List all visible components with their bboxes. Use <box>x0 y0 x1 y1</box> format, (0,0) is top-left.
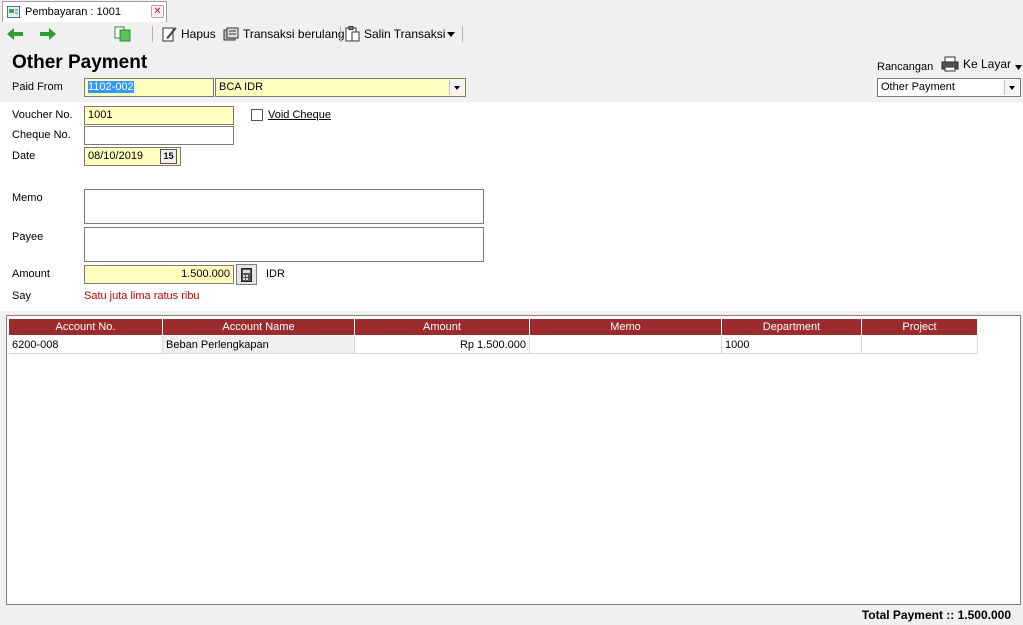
column-header-project[interactable]: Project <box>862 319 978 335</box>
voucher-value: 1001 <box>88 109 113 121</box>
toolbar-divider <box>462 26 463 42</box>
cheque-label: Cheque No. <box>12 129 71 141</box>
memo-label: Memo <box>12 192 43 204</box>
back-button[interactable] <box>6 24 24 44</box>
new-transaction-button[interactable] <box>114 24 132 44</box>
total-payment: Total Payment :: 1.500.000 <box>861 608 1011 622</box>
cell-amount[interactable]: Rp 1.500.000 <box>355 336 530 354</box>
paid-from-account-code-input[interactable]: 1102-002 <box>84 78 214 97</box>
close-tab-icon[interactable]: ✕ <box>151 5 164 18</box>
delete-button[interactable]: Hapus <box>162 24 216 44</box>
amount-label: Amount <box>12 268 50 280</box>
recurring-icon <box>223 27 239 40</box>
template-select[interactable]: Other Payment <box>877 78 1021 97</box>
design-label: Rancangan <box>877 61 934 73</box>
print-to-screen-button[interactable]: Ke Layar <box>941 56 1011 72</box>
toolbar: Hapus Transaksi berulang Salin Transaksi <box>0 22 1023 47</box>
void-cheque-checkbox[interactable] <box>251 109 263 121</box>
memo-textarea[interactable] <box>84 189 484 224</box>
print-dropdown[interactable] <box>1014 62 1023 74</box>
void-cheque-label-text: Void Cheque <box>268 109 331 121</box>
tab-strip: Pembayaran : 1001 ✕ <box>0 0 1023 23</box>
cell-department[interactable]: 1000 <box>722 336 862 354</box>
payee-textarea[interactable] <box>84 227 484 262</box>
document-icon <box>7 6 20 18</box>
recurring-transaction-button[interactable]: Transaksi berulang <box>223 24 345 44</box>
toolbar-divider <box>152 26 153 42</box>
tab-pembayaran[interactable]: Pembayaran : 1001 ✕ <box>2 1 167 22</box>
page-title: Other Payment <box>12 52 148 73</box>
date-value: 08/10/2019 <box>88 150 144 162</box>
calculator-icon <box>241 267 252 282</box>
template-value: Other Payment <box>881 81 955 93</box>
print-label: Ke Layar <box>963 57 1012 71</box>
cheque-input[interactable] <box>84 126 234 145</box>
cell-account-no[interactable]: 6200-008 <box>9 336 163 354</box>
say-label: Say <box>12 290 31 302</box>
chevron-down-icon[interactable] <box>449 80 464 95</box>
amount-in-words: Satu juta lima ratus ribu <box>84 290 200 302</box>
forward-button[interactable] <box>39 24 57 44</box>
edit-pencil-icon <box>162 27 177 42</box>
copy-pages-icon <box>114 26 131 42</box>
chevron-down-icon <box>447 32 455 37</box>
printer-icon <box>941 56 959 72</box>
payee-label: Payee <box>12 231 44 243</box>
cell-memo[interactable] <box>530 336 722 354</box>
paid-from-account-select[interactable]: BCA IDR <box>215 78 466 97</box>
paid-from-code-text: 1102-002 <box>88 81 134 93</box>
paid-from-name-text: BCA IDR <box>219 81 264 93</box>
amount-input[interactable]: 1.500.000 <box>84 265 234 284</box>
arrow-left-icon <box>7 28 23 40</box>
amount-value: 1.500.000 <box>181 268 230 280</box>
voucher-input[interactable]: 1001 <box>84 106 234 125</box>
recurring-label: Transaksi berulang <box>243 27 345 41</box>
calculator-button[interactable] <box>236 264 257 285</box>
copy-transaction-label: Salin Transaksi <box>364 27 446 41</box>
currency-label: IDR <box>266 268 285 280</box>
copy-transaction-button[interactable]: Salin Transaksi <box>345 24 445 44</box>
void-cheque-label[interactable]: Void Cheque <box>268 109 331 121</box>
column-header-memo[interactable]: Memo <box>530 319 722 335</box>
paid-from-label: Paid From <box>12 81 63 93</box>
column-header-account-no[interactable]: Account No. <box>9 319 163 335</box>
delete-label: Hapus <box>181 27 216 41</box>
chevron-down-icon <box>1015 65 1022 70</box>
cell-account-name[interactable]: Beban Perlengkapan <box>163 336 355 354</box>
voucher-label: Voucher No. <box>12 109 73 121</box>
toolbar-divider <box>340 26 341 42</box>
clipboard-icon <box>345 26 360 42</box>
arrow-right-icon <box>40 28 56 40</box>
cell-project[interactable] <box>862 336 978 354</box>
tab-label: Pembayaran : 1001 <box>25 6 122 18</box>
column-header-amount[interactable]: Amount <box>355 319 530 335</box>
copy-transaction-dropdown[interactable] <box>446 24 456 44</box>
detail-grid: Account No. Account Name Amount Memo Dep… <box>6 315 1021 605</box>
date-label: Date <box>12 150 36 162</box>
column-header-department[interactable]: Department <box>722 319 862 335</box>
chevron-down-icon[interactable] <box>1004 80 1019 95</box>
calendar-icon[interactable]: 15 <box>160 149 177 164</box>
column-header-account-name[interactable]: Account Name <box>163 319 355 335</box>
